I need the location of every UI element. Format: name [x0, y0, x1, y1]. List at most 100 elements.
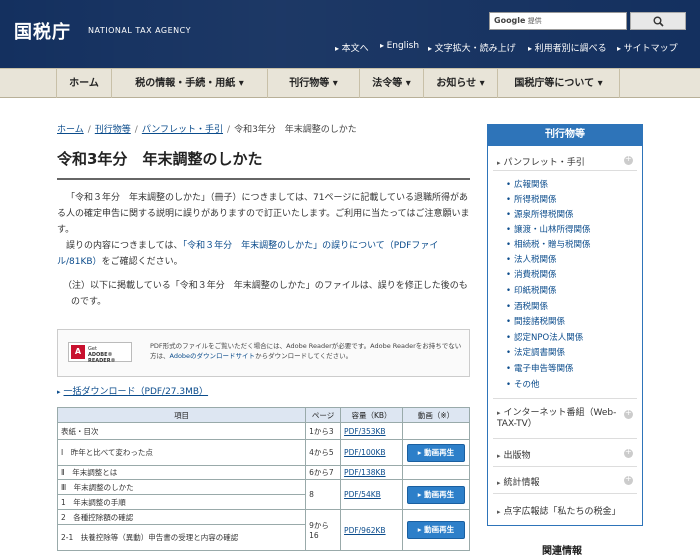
row-pdf-link[interactable]: PDF/100KB	[344, 448, 386, 457]
breadcrumb-home[interactable]: ホーム	[57, 125, 84, 135]
nav-news-label: お知らせ	[436, 78, 477, 89]
row-page: 1から3	[305, 422, 342, 440]
row-pdf-link[interactable]: PDF/54KB	[344, 490, 381, 499]
related-info-heading: 関連情報	[542, 546, 582, 557]
sidebar-subitem[interactable]: 認定NPO法人関係	[506, 331, 583, 343]
bulk-download-label: 一括ダウンロード（PDF/27.3MB）	[63, 387, 209, 397]
nav-laws-label: 法令等	[372, 78, 403, 89]
error-paragraph: 誤りの内容につきましては、「令和３年分 年末調整のしかた」の誤りについて（PDF…	[57, 238, 470, 270]
row-pdf-link[interactable]: PDF/353KB	[344, 427, 386, 436]
error-paragraph-pre: 誤りの内容につきましては、	[66, 241, 183, 251]
adobe-badge-name: ADOBE® READER®	[88, 352, 116, 364]
search-provided-label: 提供	[527, 17, 542, 25]
search-icon	[653, 16, 664, 27]
bulk-download-link[interactable]: ▸ 一括ダウンロード（PDF/27.3MB）	[57, 384, 208, 397]
video-play-button[interactable]: ▸ 動画再生	[406, 521, 465, 539]
nav-about-label: 国税庁等について	[514, 78, 595, 89]
sidebar-divider	[493, 438, 637, 439]
sidebar-subitem[interactable]: 源泉所得税関係	[506, 208, 574, 220]
breadcrumb-publications[interactable]: 刊行物等	[95, 125, 131, 135]
site-logo[interactable]: 国税庁	[14, 18, 71, 44]
row-page: 6から7	[305, 465, 342, 480]
adobe-text-post: からダウンロードしてください。	[255, 352, 353, 360]
nav-about[interactable]: 国税庁等について ▾	[498, 69, 620, 98]
sidebar-subitem[interactable]: 印紙税関係	[506, 284, 557, 296]
sidebar-item-braille[interactable]: 点字広報誌「私たちの税金」	[497, 504, 621, 517]
adobe-icon: A	[71, 345, 85, 359]
contents-table: 項目 ページ 容量（KB） 動画（※） 表紙・目次 1から3 PDF/353KB…	[56, 407, 471, 551]
notice-paragraph: 「令和３年分 年末調整のしかた」（冊子）につきましては、71ページに記載している…	[57, 193, 470, 235]
util-link-text-size[interactable]: 文字拡大・読み上げ	[428, 41, 516, 54]
sidebar-divider	[493, 170, 637, 171]
table-row: Ⅲ 年末調整のしかた 8 PDF/54KB ▸ 動画再生	[56, 479, 471, 510]
row-page: 9から16	[305, 509, 342, 551]
search-button[interactable]	[630, 12, 686, 30]
sidebar-divider	[493, 466, 637, 467]
sidebar-subitem[interactable]: 譲渡・山林所得関係	[506, 223, 591, 235]
util-link-by-user[interactable]: 利用者別に調べる	[528, 41, 607, 54]
table-header-row: 項目 ページ 容量（KB） 動画（※）	[56, 407, 471, 423]
note-paragraph: （注）以下に掲載している「令和３年分 年末調整のしかた」のファイルは、誤りを修正…	[63, 281, 468, 307]
sidebar-subitem[interactable]: 酒税関係	[506, 300, 548, 312]
col-header-page: ページ	[305, 407, 342, 423]
util-link-sitemap[interactable]: サイトマップ	[617, 41, 678, 54]
sidebar-item-pamphlets[interactable]: パンフレット・手引	[497, 155, 585, 168]
breadcrumb-pamphlets[interactable]: パンフレット・手引	[142, 125, 223, 135]
plus-circle-icon[interactable]	[624, 447, 633, 458]
breadcrumb: ホーム / 刊行物等 / パンフレット・手引 / 令和3年分 年末調整のしかた	[57, 122, 357, 135]
get-adobe-reader-badge[interactable]: A Get ADOBE® READER®	[68, 342, 132, 364]
breadcrumb-current: 令和3年分 年末調整のしかた	[234, 125, 357, 135]
plus-circle-icon[interactable]	[624, 408, 633, 419]
nav-laws[interactable]: 法令等 ▾	[360, 69, 424, 98]
table-row: Ⅱ 年末調整とは 6から7 PDF/138KB	[56, 465, 471, 480]
adobe-download-link[interactable]: Adobeのダウンロードサイト	[170, 352, 256, 360]
table-row: 表紙・目次 1から3 PDF/353KB	[56, 422, 471, 440]
sidebar-subitem[interactable]: 電子申告等関係	[506, 362, 574, 374]
nav-home[interactable]: ホーム	[56, 69, 112, 98]
nav-publications-label: 刊行物等	[289, 78, 330, 89]
plus-circle-icon[interactable]	[624, 474, 633, 485]
row-pdf-link[interactable]: PDF/138KB	[344, 468, 386, 477]
minus-circle-icon[interactable]	[624, 154, 633, 165]
breadcrumb-separator: /	[134, 125, 138, 135]
nav-tax-info-label: 税の情報・手続・用紙	[135, 78, 236, 89]
google-label: Google	[494, 16, 526, 25]
row-item: Ⅰ 昨年と比べて変わった点	[56, 439, 307, 466]
nav-tax-info[interactable]: 税の情報・手続・用紙 ▾	[112, 69, 268, 98]
sidebar-title: 刊行物等	[487, 124, 643, 146]
sidebar-item-publications[interactable]: 出版物	[497, 448, 531, 461]
row-item: Ⅲ 年末調整のしかた	[56, 479, 307, 495]
sidebar-subitem[interactable]: 消費税関係	[506, 268, 557, 280]
site-header: 国税庁 NATIONAL TAX AGENCY Google 提供 本文へ En…	[0, 0, 700, 68]
row-page: 4から5	[305, 439, 342, 466]
title-divider	[57, 178, 470, 180]
row-item: 1 年末調整の手順	[56, 494, 307, 510]
row-video-empty	[401, 422, 471, 440]
sidebar-subitem[interactable]: その他	[506, 378, 540, 390]
page-title: 令和3年分 年末調整のしかた	[57, 150, 263, 168]
search-input[interactable]: Google 提供	[489, 12, 627, 30]
video-play-button[interactable]: ▸ 動画再生	[406, 443, 465, 462]
util-link-english[interactable]: English	[380, 41, 420, 51]
nav-news[interactable]: お知らせ ▾	[424, 69, 498, 98]
util-link-skip[interactable]: 本文へ	[335, 41, 369, 54]
site-logo-en: NATIONAL TAX AGENCY	[88, 26, 191, 35]
col-header-video: 動画（※）	[401, 407, 471, 423]
sidebar-subitem[interactable]: 法人税関係	[506, 253, 557, 265]
row-item: 2-1 扶養控除等（異動）申告書の受理と内容の確認	[56, 524, 307, 551]
sidebar-divider	[493, 398, 637, 399]
video-play-button[interactable]: ▸ 動画再生	[406, 485, 465, 504]
adobe-reader-text: PDF形式のファイルをご覧いただく場合には、Adobe Readerが必要です。…	[150, 341, 466, 361]
table-row: 2 各種控除額の確認 9から16 PDF/962KB ▸ 動画再生	[56, 509, 471, 551]
sidebar-item-web-tax-tv[interactable]: インターネット番組（Web-TAX-TV）	[497, 408, 617, 430]
sidebar-subitem[interactable]: 法定調書関係	[506, 346, 565, 358]
row-item: 2 各種控除額の確認	[56, 509, 307, 525]
sidebar-subitem[interactable]: 間接諸税関係	[506, 315, 565, 327]
sidebar-item-statistics[interactable]: 統計情報	[497, 475, 540, 488]
col-header-item: 項目	[56, 407, 307, 423]
sidebar-subitem[interactable]: 所得税関係	[506, 193, 557, 205]
nav-publications[interactable]: 刊行物等 ▾	[268, 69, 360, 98]
row-pdf-link[interactable]: PDF/962KB	[344, 526, 386, 535]
sidebar-subitem[interactable]: 相続税・贈与税関係	[506, 238, 591, 250]
sidebar-subitem[interactable]: 広報関係	[506, 178, 548, 190]
